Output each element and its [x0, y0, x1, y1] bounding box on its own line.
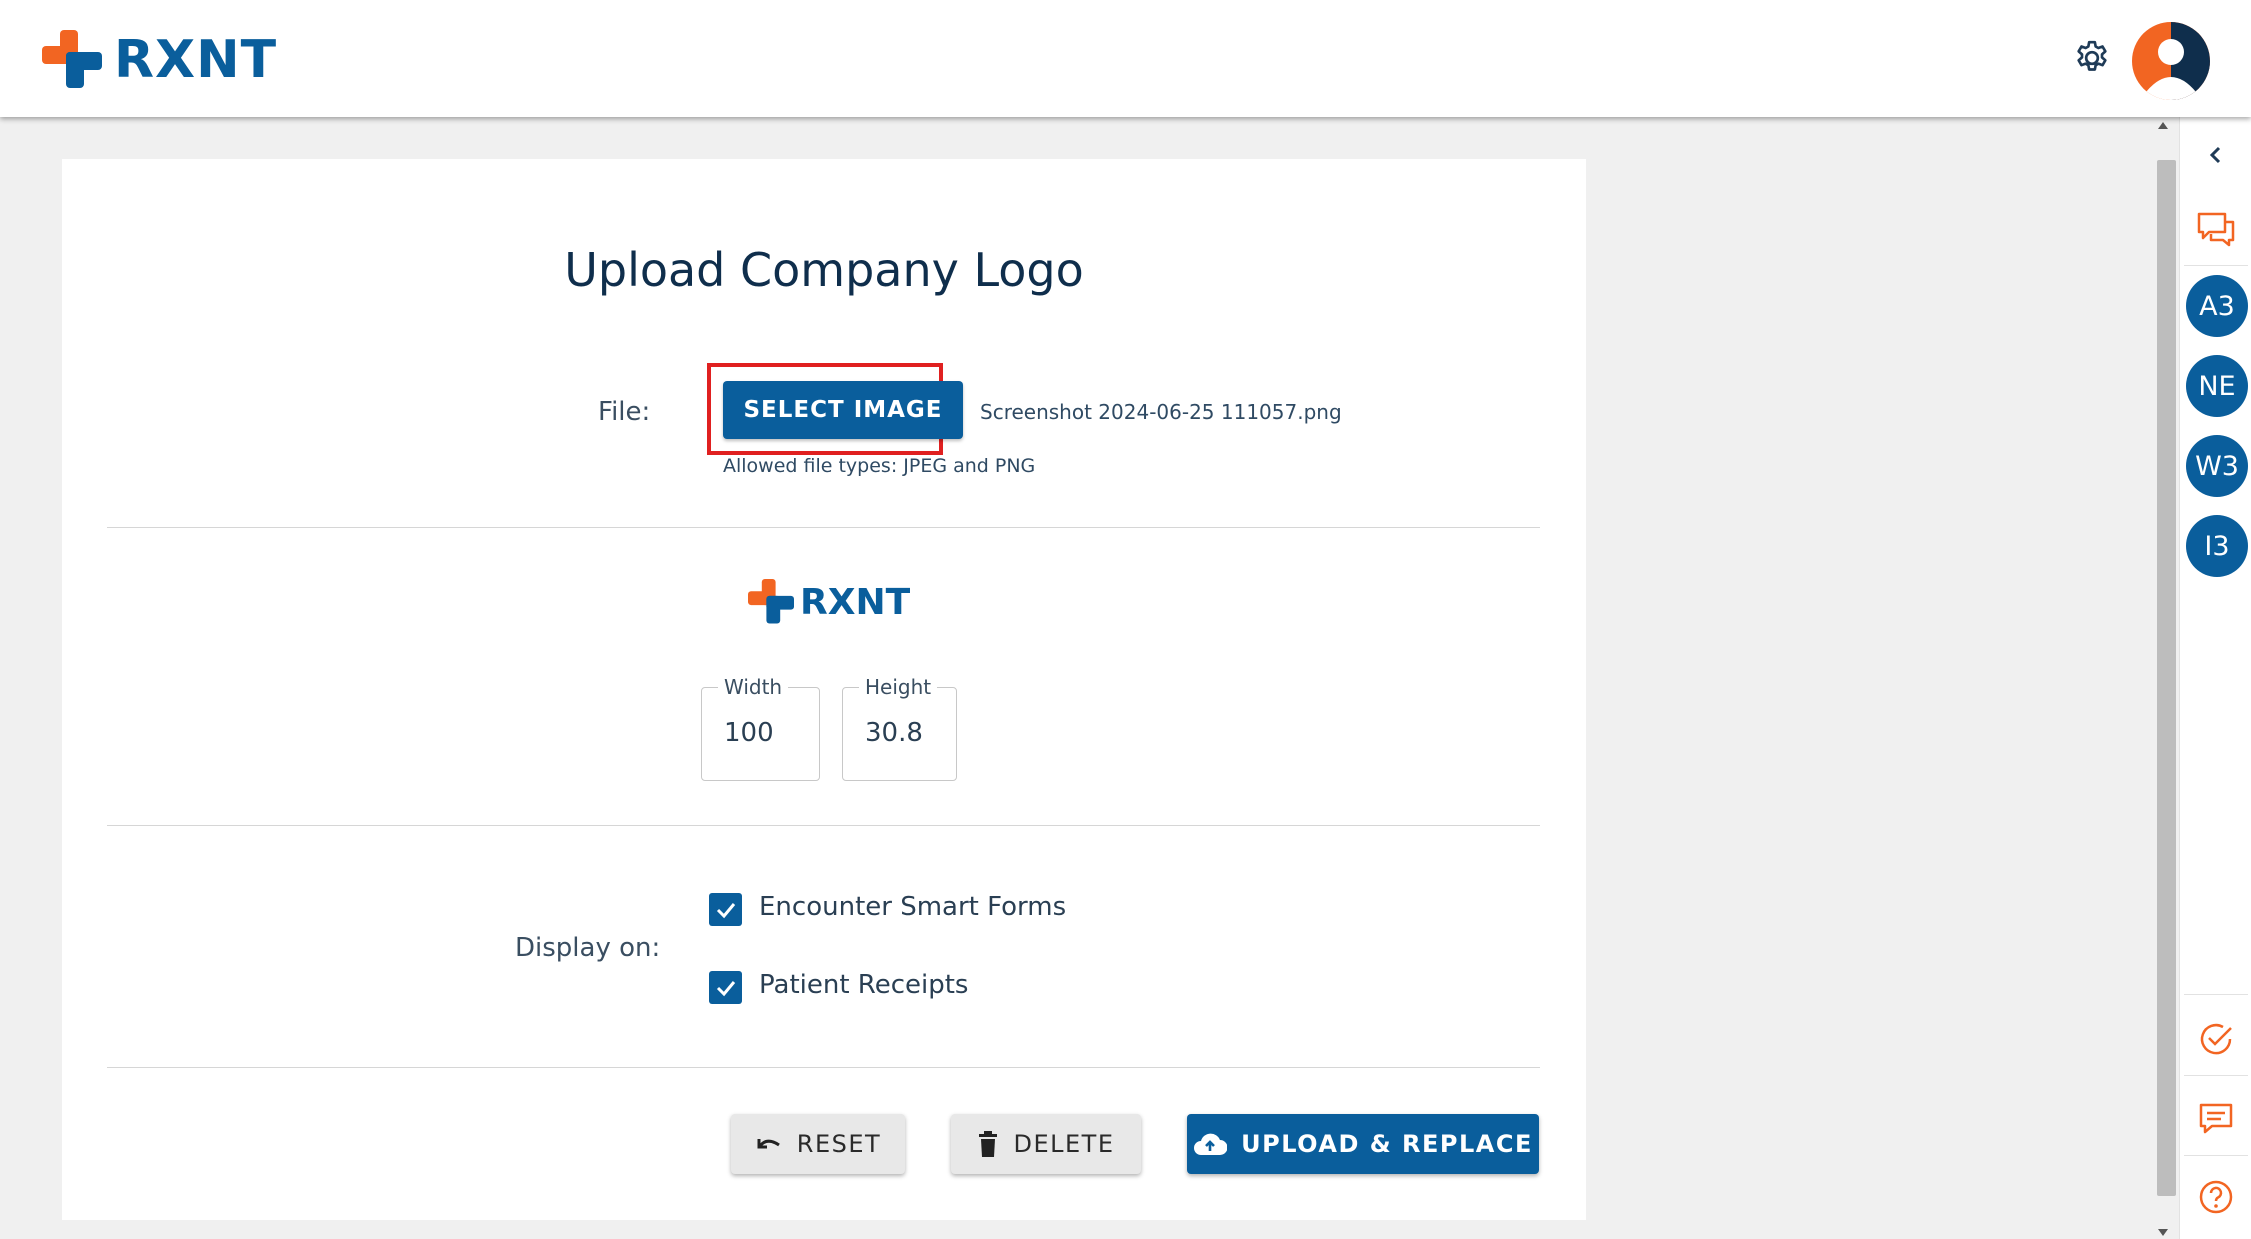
section-divider [107, 1067, 1540, 1068]
reset-button[interactable]: RESET [731, 1114, 905, 1174]
scrollbar-thumb[interactable] [2157, 160, 2176, 1196]
gear-icon[interactable] [2072, 38, 2112, 78]
badge-w3[interactable]: W3 [2186, 435, 2248, 497]
collapse-chevron-icon[interactable] [2180, 137, 2251, 173]
encounter-smart-forms-label[interactable]: Encounter Smart Forms [759, 892, 1066, 922]
badge-a3[interactable]: A3 [2186, 275, 2248, 337]
scroll-up-arrow[interactable] [2158, 122, 2168, 129]
rxnt-cross-icon [42, 30, 102, 88]
width-value[interactable]: 100 [724, 718, 774, 748]
height-label: Height [859, 675, 938, 699]
upload-logo-card: Upload Company Logo File: SELECT IMAGE S… [62, 159, 1586, 1220]
rxnt-cross-icon [748, 579, 794, 624]
brand-name: RXNT [114, 30, 278, 90]
allowed-file-types: Allowed file types: JPEG and PNG [723, 455, 1036, 477]
rxnt-logo[interactable]: RXNT [42, 30, 277, 90]
cloud-upload-icon [1194, 1133, 1228, 1155]
height-value[interactable]: 30.8 [865, 718, 923, 748]
patient-receipts-label[interactable]: Patient Receipts [759, 970, 968, 1000]
width-label: Width [718, 675, 789, 699]
badge-i3[interactable]: I3 [2186, 515, 2248, 577]
undo-icon [757, 1139, 780, 1149]
width-field[interactable]: Width 100 [701, 675, 820, 781]
encounter-smart-forms-checkbox[interactable] [709, 893, 742, 926]
upload-replace-label: UPLOAD & REPLACE [1241, 1130, 1533, 1158]
right-sidebar: A3 NE W3 I3 [2179, 117, 2251, 1239]
file-label: File: [598, 397, 651, 427]
task-check-icon[interactable] [2180, 1017, 2251, 1061]
preview-brand-name: RXNT [800, 581, 911, 623]
patient-receipts-checkbox[interactable] [709, 971, 742, 1004]
chat-bubbles-icon[interactable] [2180, 205, 2251, 255]
upload-replace-button[interactable]: UPLOAD & REPLACE [1187, 1114, 1539, 1174]
scroll-down-arrow[interactable] [2158, 1229, 2168, 1236]
section-divider [107, 527, 1540, 528]
message-icon[interactable] [2180, 1097, 2251, 1141]
delete-button[interactable]: DELETE [951, 1114, 1141, 1174]
trash-icon [979, 1131, 998, 1157]
delete-label: DELETE [1013, 1130, 1115, 1158]
top-header: RXNT [0, 0, 2251, 117]
selected-file-name: Screenshot 2024-06-25 111057.png [980, 400, 1342, 424]
display-on-label: Display on: [515, 933, 661, 963]
page-title: Upload Company Logo [564, 243, 1084, 297]
user-avatar[interactable] [2132, 22, 2210, 100]
badge-ne[interactable]: NE [2186, 355, 2248, 417]
height-field[interactable]: Height 30.8 [842, 675, 957, 781]
reset-label: RESET [796, 1130, 882, 1158]
help-icon[interactable] [2180, 1175, 2251, 1219]
logo-preview: RXNT [748, 579, 910, 625]
section-divider [107, 825, 1540, 826]
select-image-button[interactable]: SELECT IMAGE [723, 381, 963, 439]
